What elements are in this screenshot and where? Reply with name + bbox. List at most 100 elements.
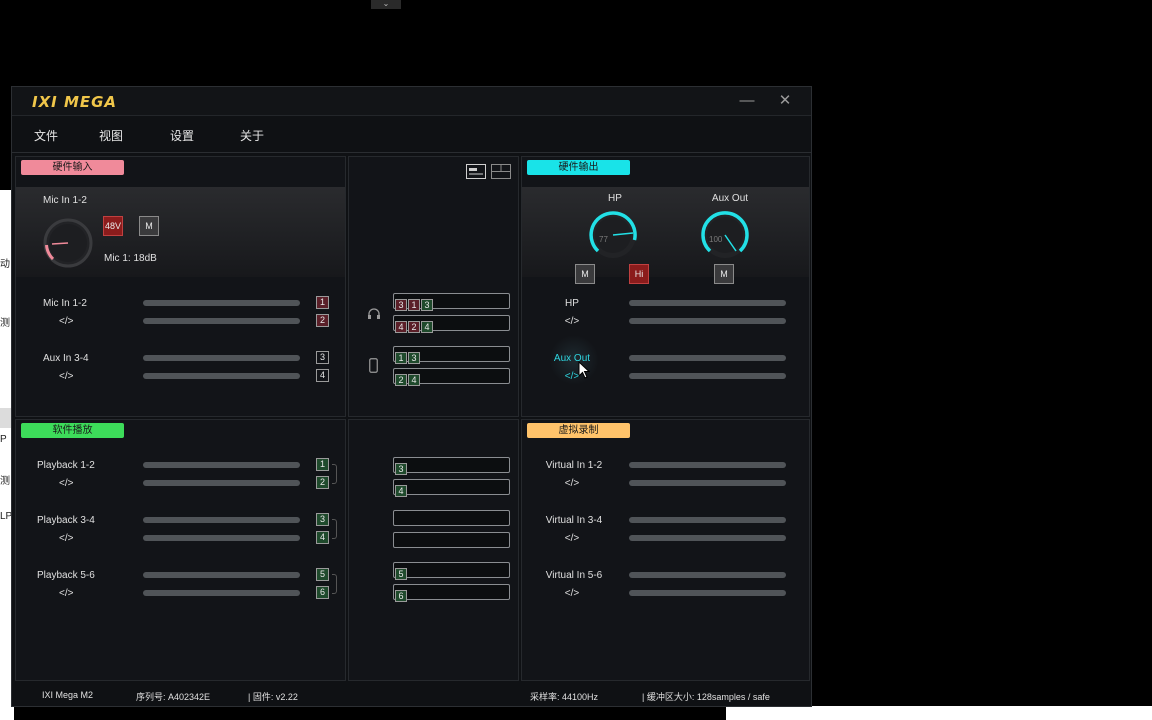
hp-hi-impedance-button[interactable]: Hi bbox=[629, 264, 649, 284]
hp-title: HP bbox=[608, 193, 622, 204]
menu-bar: 文件 视图 设置 关于 bbox=[12, 117, 811, 153]
aux-out-left-meter bbox=[629, 355, 786, 361]
channel-badge: 2 bbox=[408, 321, 420, 333]
channel-badge[interactable]: 3 bbox=[316, 513, 329, 526]
playback-row-label: Playback 1-2 bbox=[37, 460, 95, 471]
app-window: IXI MEGA — ✕ 文件 视图 设置 关于 硬件输入 Mic In 1-2… bbox=[11, 86, 812, 707]
aux-out-mute-button[interactable]: M bbox=[714, 264, 734, 284]
aux-in-row-label: Aux In 3-4 bbox=[43, 353, 89, 364]
channel-badge: 3 bbox=[395, 463, 407, 475]
software-playback-panel: 软件播放 Playback 1-2 </> 1 2 Playback 3-4 <… bbox=[15, 419, 346, 681]
hp-link-icon[interactable]: </> bbox=[557, 316, 587, 327]
channel-badge[interactable]: 3 bbox=[316, 351, 329, 364]
channel-badge[interactable]: 1 bbox=[316, 296, 329, 309]
playback-link-icon[interactable]: </> bbox=[59, 588, 73, 599]
channel-badge: 1 bbox=[408, 299, 420, 311]
device-name: IXI Mega M2 bbox=[42, 690, 94, 700]
playback-6-meter bbox=[143, 590, 300, 596]
virtual-in-6-meter bbox=[629, 590, 786, 596]
channel-badge: 4 bbox=[395, 485, 407, 497]
desktop-chevron-icon[interactable]: ⌄ bbox=[371, 0, 401, 9]
hp-row-label: HP bbox=[565, 298, 579, 309]
mic-mute-button[interactable]: M bbox=[139, 216, 159, 236]
route-slot-hp-left[interactable]: 313 bbox=[393, 293, 510, 311]
buffer-size: | 缓冲区大小: 128samples / safe bbox=[642, 692, 770, 702]
phantom-48v-button[interactable]: 48V bbox=[103, 216, 123, 236]
virtual-in-5-meter bbox=[629, 572, 786, 578]
routing-bottom-panel: 3 4 5 6 bbox=[348, 419, 519, 681]
mic-in-2-meter bbox=[143, 318, 300, 324]
layout-single-icon[interactable] bbox=[466, 164, 486, 179]
channel-pair-bracket bbox=[332, 519, 337, 539]
background-window-right bbox=[726, 706, 1152, 720]
playback-link-icon[interactable]: </> bbox=[59, 533, 73, 544]
mic-in-1-meter bbox=[143, 300, 300, 306]
hardware-input-panel: 硬件输入 Mic In 1-2 48V M Mic 1: 18dB Mic In… bbox=[15, 156, 346, 417]
route-slot-aux-left[interactable]: 13 bbox=[393, 346, 510, 364]
route-slot-aux-right[interactable]: 24 bbox=[393, 368, 510, 386]
hardware-output-panel: 硬件输出 HP Aux Out 77 100 M Hi M HP </> Aux… bbox=[521, 156, 810, 417]
menu-settings[interactable]: 设置 bbox=[170, 127, 194, 144]
aux-out-volume-knob[interactable]: 100 bbox=[699, 209, 751, 261]
virtual-in-1-meter bbox=[629, 462, 786, 468]
status-bar: IXI Mega M2 序列号: A402342E | 固件: v2.22 采样… bbox=[12, 685, 811, 706]
menu-view[interactable]: 视图 bbox=[99, 127, 123, 144]
sample-rate: 采样率: 44100Hz bbox=[530, 692, 599, 702]
route-slot-hp-right[interactable]: 424 bbox=[393, 315, 510, 333]
menu-about[interactable]: 关于 bbox=[240, 127, 264, 144]
virtual-recording-panel: 虚拟录制 Virtual In 1-2 </> Virtual In 3-4 <… bbox=[521, 419, 810, 681]
menu-file[interactable]: 文件 bbox=[34, 127, 58, 144]
channel-badge[interactable]: 2 bbox=[316, 314, 329, 327]
mic-gain-readout: Mic 1: 18dB bbox=[104, 253, 157, 264]
aux-out-right-meter bbox=[629, 373, 786, 379]
mic-gain-knob[interactable] bbox=[42, 217, 94, 269]
channel-badge: 4 bbox=[408, 374, 420, 386]
hp-left-meter bbox=[629, 300, 786, 306]
hp-mute-button[interactable]: M bbox=[575, 264, 595, 284]
mic-in-link-icon[interactable]: </> bbox=[59, 316, 73, 327]
route-slot-virtual-3[interactable] bbox=[393, 510, 510, 526]
virtual-in-link-icon[interactable]: </> bbox=[557, 533, 587, 544]
channel-badge[interactable]: 1 bbox=[316, 458, 329, 471]
channel-badge[interactable]: 6 bbox=[316, 586, 329, 599]
channel-badge[interactable]: 2 bbox=[316, 476, 329, 489]
playback-2-meter bbox=[143, 480, 300, 486]
mic-in-title: Mic In 1-2 bbox=[43, 195, 87, 206]
channel-badge[interactable]: 4 bbox=[316, 531, 329, 544]
virtual-in-3-meter bbox=[629, 517, 786, 523]
aux-in-link-icon[interactable]: </> bbox=[59, 371, 73, 382]
playback-link-icon[interactable]: </> bbox=[59, 478, 73, 489]
virtual-in-row-label: Virtual In 3-4 bbox=[545, 515, 603, 526]
output-section bbox=[522, 187, 809, 277]
mouse-cursor-icon bbox=[578, 361, 590, 379]
minimize-button[interactable]: — bbox=[736, 91, 758, 111]
layout-split-icon[interactable] bbox=[491, 164, 511, 179]
firmware-version: | 固件: v2.22 bbox=[248, 692, 298, 702]
channel-pair-bracket bbox=[332, 574, 337, 594]
hp-right-meter bbox=[629, 318, 786, 324]
software-playback-tag: 软件播放 bbox=[21, 423, 124, 438]
hardware-output-tag: 硬件输出 bbox=[527, 160, 630, 175]
route-slot-virtual-4[interactable] bbox=[393, 532, 510, 548]
channel-badge[interactable]: 4 bbox=[316, 369, 329, 382]
virtual-in-row-label: Virtual In 5-6 bbox=[545, 570, 603, 581]
playback-1-meter bbox=[143, 462, 300, 468]
channel-badge: 1 bbox=[395, 352, 407, 364]
hardware-input-tag: 硬件输入 bbox=[21, 160, 124, 175]
route-slot-virtual-6[interactable]: 6 bbox=[393, 584, 510, 602]
hp-volume-knob[interactable]: 77 bbox=[587, 209, 639, 261]
playback-5-meter bbox=[143, 572, 300, 578]
virtual-in-link-icon[interactable]: </> bbox=[557, 478, 587, 489]
title-bar: IXI MEGA — ✕ bbox=[12, 87, 811, 116]
virtual-in-link-icon[interactable]: </> bbox=[557, 588, 587, 599]
virtual-in-4-meter bbox=[629, 535, 786, 541]
route-slot-virtual-1[interactable]: 3 bbox=[393, 457, 510, 475]
channel-badge[interactable]: 5 bbox=[316, 568, 329, 581]
channel-badge: 3 bbox=[421, 299, 433, 311]
close-button[interactable]: ✕ bbox=[774, 91, 796, 111]
route-slot-virtual-2[interactable]: 4 bbox=[393, 479, 510, 497]
channel-badge: 5 bbox=[395, 568, 407, 580]
playback-row-label: Playback 5-6 bbox=[37, 570, 95, 581]
app-logo: IXI MEGA bbox=[32, 93, 118, 111]
route-slot-virtual-5[interactable]: 5 bbox=[393, 562, 510, 580]
